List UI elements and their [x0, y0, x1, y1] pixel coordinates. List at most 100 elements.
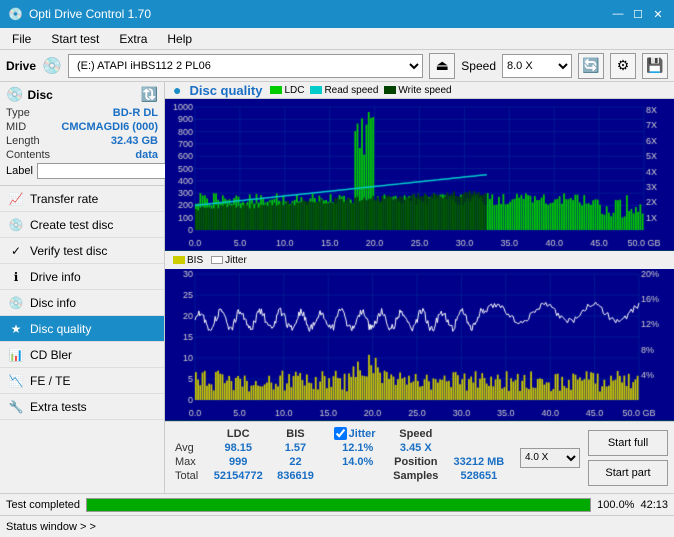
label-input[interactable] — [37, 163, 171, 179]
menu-help[interactable]: Help — [159, 30, 200, 48]
total-bis: 836619 — [270, 469, 320, 483]
menu-bar: File Start test Extra Help — [0, 28, 674, 50]
disc-panel-icon: 💿 — [6, 86, 23, 103]
stats-table: LDC BIS Jitter Speed — [171, 426, 512, 489]
legend: LDC Read speed Write speed — [270, 85, 451, 96]
sidebar-item-fe-te[interactable]: 📉 FE / TE — [0, 368, 164, 394]
total-label: Total — [171, 469, 206, 483]
avg-bis: 1.57 — [270, 441, 320, 455]
disc-quality-header-icon: ● — [173, 82, 181, 98]
sidebar-item-verify-test-disc[interactable]: ✓ Verify test disc — [0, 238, 164, 264]
time-text: 42:13 — [640, 499, 668, 511]
length-value: 32.43 GB — [111, 135, 158, 147]
bottom-chart — [165, 269, 674, 421]
drive-icon: 💿 — [42, 56, 62, 76]
bottom-chart-canvas — [165, 269, 674, 420]
close-button[interactable]: ✕ — [650, 6, 666, 22]
speed-section: 4.0 X — [520, 426, 580, 489]
sidebar-item-drive-info[interactable]: ℹ Drive info — [0, 264, 164, 290]
status-label: Test completed — [6, 499, 80, 511]
sidebar-item-disc-info[interactable]: 💿 Disc info — [0, 290, 164, 316]
jitter-col-header: Jitter — [349, 428, 376, 440]
type-value: BD-R DL — [113, 107, 158, 119]
eject-button[interactable]: ⏏ — [429, 53, 455, 79]
drive-bar: Drive 💿 (E:) ATAPI iHBS112 2 PL06 ⏏ Spee… — [0, 50, 674, 82]
menu-start-test[interactable]: Start test — [43, 30, 107, 48]
main-layout: 💿 Disc 🔃 Type BD-R DL MID CMCMAGDI6 (000… — [0, 82, 674, 493]
sidebar-item-disc-quality[interactable]: ★ Disc quality — [0, 316, 164, 342]
cd-bler-label: CD Bler — [30, 348, 72, 362]
sidebar-item-create-test-disc[interactable]: 💿 Create test disc — [0, 212, 164, 238]
contents-value: data — [135, 149, 158, 161]
disc-quality-icon: ★ — [8, 322, 24, 336]
avg-speed: 3.45 X — [386, 441, 446, 455]
save-button[interactable]: 💾 — [642, 53, 668, 79]
avg-label: Avg — [171, 441, 206, 455]
verify-test-disc-label: Verify test disc — [30, 244, 107, 258]
bis-jitter-legend-row: BIS Jitter — [165, 251, 674, 269]
minimize-button[interactable]: — — [610, 6, 626, 22]
refresh-button[interactable]: 🔄 — [578, 53, 604, 79]
max-bis: 22 — [270, 455, 320, 469]
speed-select[interactable]: 8.0 X — [502, 54, 572, 78]
transfer-rate-icon: 📈 — [8, 192, 24, 206]
sidebar-item-transfer-rate[interactable]: 📈 Transfer rate — [0, 186, 164, 212]
disc-quality-header: ● Disc quality LDC Read speed Write spee… — [165, 82, 674, 99]
test-speed-select[interactable]: 4.0 X — [520, 448, 580, 468]
max-jitter: 14.0% — [330, 455, 386, 469]
status-window-bar[interactable]: Status window > > — [0, 515, 674, 537]
action-buttons: Start full Start part — [588, 426, 668, 489]
label-label: Label — [6, 165, 33, 177]
sidebar-item-extra-tests[interactable]: 🔧 Extra tests — [0, 394, 164, 420]
create-test-disc-label: Create test disc — [30, 218, 113, 232]
progress-bar-fill — [87, 499, 590, 511]
read-speed-legend-color — [310, 86, 322, 94]
drive-info-icon: ℹ — [8, 270, 24, 284]
app-title: Opti Drive Control 1.70 — [29, 7, 151, 21]
progress-bar-wrapper — [86, 498, 591, 512]
create-test-disc-icon: 💿 — [8, 218, 24, 232]
jitter-legend-color — [211, 256, 223, 264]
disc-info-panel: 💿 Disc 🔃 Type BD-R DL MID CMCMAGDI6 (000… — [0, 82, 164, 186]
total-ldc: 52154772 — [206, 469, 270, 483]
menu-extra[interactable]: Extra — [111, 30, 155, 48]
avg-jitter: 12.1% — [330, 441, 386, 455]
jitter-legend-label: Jitter — [225, 255, 247, 266]
disc-info-label: Disc info — [30, 296, 76, 310]
drive-info-label: Drive info — [30, 270, 81, 284]
start-full-button[interactable]: Start full — [588, 430, 668, 456]
disc-panel-title: Disc — [27, 88, 52, 102]
settings-button[interactable]: ⚙ — [610, 53, 636, 79]
content-area: ● Disc quality LDC Read speed Write spee… — [165, 82, 674, 493]
disc-refresh-icon[interactable]: 🔃 — [141, 86, 158, 103]
ldc-legend-label: LDC — [284, 85, 304, 96]
length-label: Length — [6, 135, 40, 147]
jitter-checkbox[interactable] — [334, 427, 347, 440]
sidebar-item-cd-bler[interactable]: 📊 CD Bler — [0, 342, 164, 368]
extra-tests-icon: 🔧 — [8, 400, 24, 414]
status-bar: Test completed 100.0% 42:13 — [0, 493, 674, 515]
read-speed-legend-label: Read speed — [324, 85, 378, 96]
fe-te-label: FE / TE — [30, 374, 70, 388]
fe-te-icon: 📉 — [8, 374, 24, 388]
start-part-button[interactable]: Start part — [588, 460, 668, 486]
drive-select[interactable]: (E:) ATAPI iHBS112 2 PL06 — [68, 54, 423, 78]
menu-file[interactable]: File — [4, 30, 39, 48]
jitter-checkbox-label[interactable]: Jitter — [334, 427, 382, 440]
speed-col-header: Speed — [386, 426, 446, 441]
top-chart — [165, 99, 674, 251]
write-speed-legend-label: Write speed — [398, 85, 451, 96]
title-bar: 💿 Opti Drive Control 1.70 — ☐ ✕ — [0, 0, 674, 28]
extra-tests-label: Extra tests — [30, 400, 87, 414]
avg-ldc: 98.15 — [206, 441, 270, 455]
position-label: Position — [386, 455, 446, 469]
maximize-button[interactable]: ☐ — [630, 6, 646, 22]
max-ldc: 999 — [206, 455, 270, 469]
ldc-col-header: LDC — [206, 426, 270, 441]
status-window-label: Status window > > — [6, 521, 96, 533]
bis-col-header: BIS — [270, 426, 320, 441]
disc-quality-title: Disc quality — [189, 83, 262, 98]
mid-label: MID — [6, 121, 26, 133]
progress-text: 100.0% — [597, 499, 634, 511]
type-label: Type — [6, 107, 30, 119]
